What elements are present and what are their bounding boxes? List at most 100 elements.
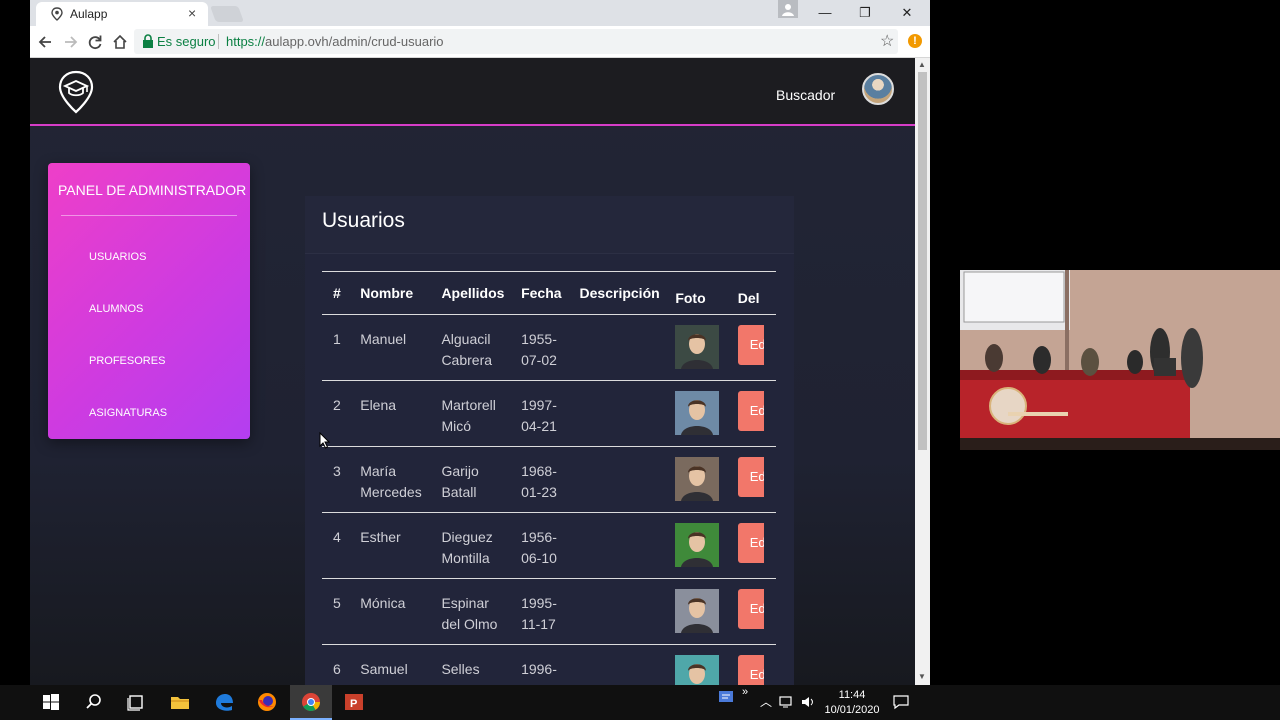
search-icon[interactable] (83, 691, 105, 713)
tab-strip: Aulapp × — ❐ ✕ (30, 0, 930, 26)
edit-button[interactable]: Ed (737, 523, 764, 563)
home-icon[interactable] (110, 32, 130, 52)
bookmark-star-icon[interactable]: ☆ (880, 31, 894, 51)
cell-id-line: 6 (333, 661, 341, 677)
users-title: Usuarios (322, 209, 405, 232)
users-table-container[interactable]: # Nombre Apellidos Fecha Descripción Fot… (322, 271, 776, 685)
cell-apellidos: Martorell Micó (441, 380, 522, 447)
tray-network-icon[interactable] (778, 694, 794, 710)
browser-window: Aulapp × — ❐ ✕ Es seguro https://aulapp.… (30, 0, 930, 685)
edit-button[interactable]: Ed (737, 325, 764, 365)
cell-actions: Ed (737, 380, 776, 447)
cell-id: 5 (322, 578, 361, 645)
close-window-button[interactable]: ✕ (887, 2, 927, 24)
user-photo-icon (675, 457, 720, 501)
user-photo-icon (675, 523, 720, 567)
tray-network-flag-icon[interactable] (718, 689, 736, 705)
panel-item-profesores[interactable]: PROFESORES (89, 355, 165, 367)
edit-button[interactable]: Ed (737, 457, 764, 497)
page-scrollbar[interactable]: ▲ ▼ (915, 58, 930, 685)
cell-foto (675, 512, 738, 579)
tab-close-icon[interactable]: × (188, 5, 196, 21)
task-view-icon[interactable] (125, 691, 147, 713)
back-icon[interactable] (36, 32, 56, 52)
cell-descripcion (579, 446, 676, 513)
cell-actions: Ed (737, 578, 776, 645)
tray-volume-icon[interactable] (800, 694, 816, 710)
cell-id-line: 3 (333, 463, 341, 479)
cell-foto (675, 578, 738, 645)
cell-id: 3 (322, 446, 361, 513)
firefox-icon[interactable] (256, 691, 278, 713)
powerpoint-icon[interactable]: P (343, 691, 365, 713)
cell-apellidos: Espinar del Olmo (441, 578, 522, 645)
cell-foto (675, 644, 738, 685)
tray-chevron-up-icon[interactable]: ︿ (760, 693, 772, 710)
cell-descripcion (579, 314, 676, 381)
cell-nombre: Samuel (360, 644, 442, 685)
extension-warning-icon[interactable]: ! (908, 34, 922, 48)
chrome-icon[interactable] (300, 691, 322, 713)
cell-fecha-line: 1955- (521, 331, 557, 347)
profile-icon[interactable] (778, 0, 798, 18)
maximize-button[interactable]: ❐ (845, 2, 885, 24)
table-row: 6 Samuel Selles 1996- Ed (322, 644, 776, 685)
table-row: 4 Esther Dieguez Montilla 1956- 06-10 Ed (322, 512, 776, 579)
scroll-thumb[interactable] (918, 72, 927, 450)
tray-clock[interactable]: 11:44 10/01/2020 (822, 688, 882, 718)
url-text[interactable]: https://aulapp.ovh/admin/crud-usuario (226, 34, 444, 49)
cell-id-line: 5 (333, 595, 341, 611)
svg-text:P: P (350, 698, 357, 710)
forward-icon[interactable] (60, 32, 80, 52)
cell-fecha: 1956- 06-10 (521, 512, 580, 579)
user-photo[interactable] (675, 325, 720, 369)
edit-button[interactable]: Ed (737, 589, 764, 629)
cell-fecha: 1968- 01-23 (521, 446, 580, 513)
cell-fecha: 1995- 11-17 (521, 578, 580, 645)
minimize-button[interactable]: — (805, 2, 845, 24)
cell-actions: Ed (737, 512, 776, 579)
cell-apellidos-line: Montilla (441, 550, 490, 566)
user-photo[interactable] (675, 523, 720, 567)
tray-time: 11:44 (838, 689, 866, 701)
file-explorer-icon[interactable] (169, 691, 191, 713)
cell-nombre-line: Mónica (360, 595, 406, 611)
tab-aulapp[interactable]: Aulapp × (36, 2, 208, 26)
user-photo[interactable] (675, 457, 720, 501)
cell-foto (675, 380, 738, 447)
page-viewport: Buscador PANEL DE ADMINISTRADOR USUARIOS… (30, 58, 915, 685)
panel-item-asignaturas[interactable]: ASIGNATURAS (89, 407, 167, 419)
edge-icon[interactable] (213, 691, 235, 713)
url-protocol: https:// (226, 34, 266, 49)
user-photo[interactable] (675, 655, 720, 685)
tray-overflow-icon[interactable]: » (742, 686, 748, 698)
reload-icon[interactable] (85, 32, 105, 52)
start-icon[interactable] (40, 691, 62, 713)
user-photo[interactable] (675, 589, 720, 633)
cell-id-line: 4 (333, 529, 341, 545)
new-tab-button[interactable] (210, 6, 244, 22)
cell-fecha-line: 1995- (521, 595, 557, 611)
cell-descripcion (579, 578, 676, 645)
scroll-down-icon[interactable]: ▼ (918, 672, 926, 681)
cell-apellidos: Garijo Batall (441, 446, 522, 513)
cell-apellidos: Alguacil Cabrera (441, 314, 522, 381)
scroll-up-icon[interactable]: ▲ (918, 60, 926, 69)
user-photo[interactable] (675, 391, 720, 435)
aulapp-logo-icon[interactable] (56, 70, 96, 114)
windows-taskbar: P » ︿ 11:44 10/01/2020 (0, 685, 1280, 720)
edit-button[interactable]: Ed (737, 655, 764, 685)
cell-actions: Ed (737, 446, 776, 513)
notification-center-icon[interactable] (892, 694, 910, 710)
panel-item-alumnos[interactable]: ALUMNOS (89, 303, 143, 315)
cell-apellidos-line: Alguacil (441, 331, 491, 347)
cell-fecha-line: 07-02 (521, 352, 557, 368)
panel-item-usuarios[interactable]: USUARIOS (89, 251, 146, 263)
user-photo-icon (675, 589, 720, 633)
buscador-link[interactable]: Buscador (776, 87, 835, 103)
mouse-cursor-icon (319, 432, 331, 449)
address-bar[interactable]: Es seguro https://aulapp.ovh/admin/crud-… (134, 29, 898, 54)
user-avatar[interactable] (862, 73, 894, 105)
edit-button[interactable]: Ed (737, 391, 764, 431)
cell-fecha-line: 11-17 (521, 616, 556, 632)
